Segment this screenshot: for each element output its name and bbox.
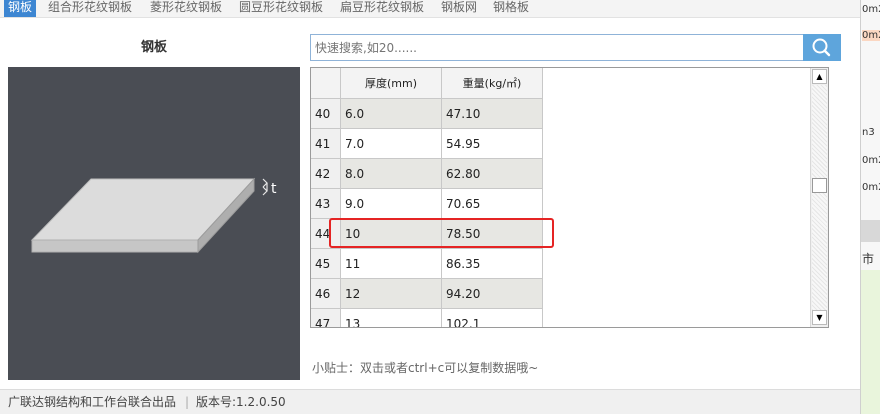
weight-cell[interactable]: 70.65 (442, 189, 543, 219)
grid-header: 厚度(mm) 重量(kg/㎡) (311, 68, 543, 99)
bg-fragment: 市 (862, 252, 875, 266)
scroll-thumb[interactable] (812, 178, 827, 193)
footer-separator: | (185, 395, 190, 409)
scroll-track[interactable] (812, 85, 827, 310)
thickness-cell[interactable]: 8.0 (341, 159, 442, 189)
search-icon (812, 38, 831, 57)
bg-fragment: n3 (862, 127, 875, 138)
thickness-cell[interactable]: 7.0 (341, 129, 442, 159)
search-button[interactable] (803, 34, 841, 61)
plate-illustration: t (8, 67, 300, 380)
thickness-cell[interactable]: 12 (341, 279, 442, 309)
table-row[interactable]: 42 8.0 62.80 (311, 159, 543, 189)
tab-steel-plate[interactable]: 钢板 (4, 0, 37, 17)
table-row[interactable]: 47 13 102.1 (311, 309, 543, 327)
thickness-label: t (271, 181, 277, 197)
background-window-strip: 0m2 0m2 n3 0m2 0m2 市 (860, 0, 880, 414)
tab-diamond-pattern-plate[interactable]: 菱形花纹钢板 (150, 0, 222, 17)
table-row[interactable]: 40 6.0 47.10 (311, 99, 543, 129)
row-index: 43 (311, 189, 341, 219)
scroll-down-arrow-icon[interactable]: ▼ (812, 310, 827, 325)
row-index: 47 (311, 309, 341, 327)
row-index: 42 (311, 159, 341, 189)
table-row[interactable]: 43 9.0 70.65 (311, 189, 543, 219)
table-row[interactable]: 45 11 86.35 (311, 249, 543, 279)
footer-bar: 广联达钢结构和工作台联合出品 | 版本号:1.2.0.50 (0, 389, 860, 414)
weight-cell[interactable]: 86.35 (442, 249, 543, 279)
plate-top-face (30, 178, 256, 241)
version-text: 版本号:1.2.0.50 (196, 395, 286, 409)
weight-cell[interactable]: 62.80 (442, 159, 543, 189)
table-row[interactable]: 46 12 94.20 (311, 279, 543, 309)
grid-rows: 40 6.0 47.10 41 7.0 54.95 42 8.0 62.80 4… (311, 99, 543, 327)
thickness-cell[interactable]: 13 (341, 309, 442, 327)
thickness-cell[interactable]: 6.0 (341, 99, 442, 129)
weight-cell[interactable]: 54.95 (442, 129, 543, 159)
bg-fragment: 0m2 (862, 182, 880, 193)
row-index: 45 (311, 249, 341, 279)
bg-fragment: 0m2 (862, 4, 880, 15)
steel-calculator-window: 钢板 组合形花纹钢板 菱形花纹钢板 圆豆形花纹钢板 扁豆形花纹钢板 钢板网 钢格… (0, 0, 860, 414)
header-index (311, 68, 341, 99)
category-tabs: 钢板 组合形花纹钢板 菱形花纹钢板 圆豆形花纹钢板 扁豆形花纹钢板 钢板网 钢格… (0, 0, 860, 18)
data-grid: 厚度(mm) 重量(kg/㎡) 40 6.0 47.10 41 7.0 54.9… (310, 67, 829, 328)
header-weight[interactable]: 重量(kg/㎡) (442, 68, 543, 99)
table-row[interactable]: 41 7.0 54.95 (311, 129, 543, 159)
tab-combined-pattern-plate[interactable]: 组合形花纹钢板 (48, 0, 132, 17)
tab-expanded-metal[interactable]: 钢板网 (441, 0, 477, 17)
bg-fragment: 0m2 (862, 155, 880, 166)
highlighted-row-marker (329, 218, 554, 248)
thickness-cell[interactable]: 9.0 (341, 189, 442, 219)
plate-front-face (31, 239, 199, 253)
bg-green-area (861, 270, 880, 414)
thickness-arrow-icon (262, 178, 268, 196)
row-index: 46 (311, 279, 341, 309)
panel-title: 钢板 (140, 40, 167, 55)
row-index: 41 (311, 129, 341, 159)
weight-cell[interactable]: 102.1 (442, 309, 543, 327)
tab-round-bean-pattern-plate[interactable]: 圆豆形花纹钢板 (239, 0, 323, 17)
bg-fragment: 0m2 (862, 30, 880, 41)
thickness-cell[interactable]: 11 (341, 249, 442, 279)
tip-text: 小贴士：双击或者ctrl+c可以复制数据哦~ (312, 361, 539, 375)
publisher-text: 广联达钢结构和工作台联合出品 (8, 395, 177, 409)
tab-lentil-pattern-plate[interactable]: 扁豆形花纹钢板 (340, 0, 424, 17)
bg-block (861, 220, 880, 242)
row-index: 40 (311, 99, 341, 129)
header-thickness[interactable]: 厚度(mm) (341, 68, 442, 99)
vertical-scrollbar[interactable]: ▲ ▼ (810, 68, 828, 327)
scroll-up-arrow-icon[interactable]: ▲ (812, 69, 827, 84)
weight-cell[interactable]: 47.10 (442, 99, 543, 129)
weight-cell[interactable]: 94.20 (442, 279, 543, 309)
search-input[interactable] (310, 34, 804, 61)
tab-steel-grating[interactable]: 钢格板 (493, 0, 529, 17)
